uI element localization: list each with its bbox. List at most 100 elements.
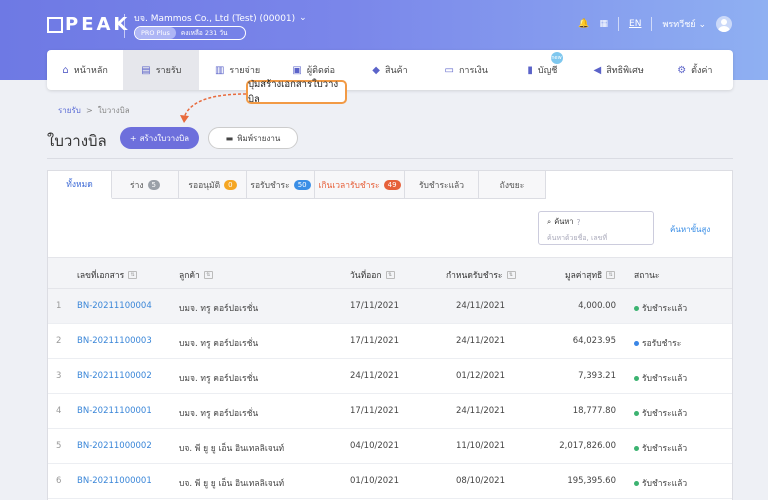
due-date: 24/11/2021	[456, 406, 505, 416]
search-label: ค้นหา	[554, 217, 574, 226]
tab-label: รออนุมัติ	[188, 180, 221, 191]
gear-icon: ⚙	[677, 64, 687, 76]
tab-awaiting-approval[interactable]: รออนุมัติ 0	[179, 171, 247, 199]
peak-logo[interactable]: PEAK	[47, 14, 130, 35]
tab-awaiting-payment[interactable]: รอรับชำระ 50	[247, 171, 315, 199]
col-doc-number[interactable]: เลขที่เอกสาร ⇅	[77, 268, 138, 282]
company-switcher[interactable]: บจ. Mammos Co., Ltd (Test) (00001) ⌄	[134, 11, 307, 25]
header-actions: 🔔 ▦ EN พรทวีชย์ ⌄	[578, 16, 732, 32]
row-number: 6	[56, 476, 62, 486]
doc-number-link[interactable]: BN-20211000002	[77, 441, 152, 451]
main-nav: ⌂ หน้าหลัก ▤ รายรับ ▥ รายจ่าย ▣ ผู้ติดต่อ ◆ ส…	[47, 50, 733, 90]
table-row[interactable]: 3 BN-20211100002 บมจ. ทรู คอร์ปอเรชั่น 24/1…	[48, 359, 732, 394]
due-date: 08/10/2021	[456, 476, 505, 486]
nav-item-account[interactable]: ▮ บัญชี new	[504, 50, 580, 90]
billing-note-panel: ทั้งหมด ร่าง 5 รออนุมัติ 0 รอรับชำระ 50 เกิ…	[47, 170, 733, 500]
status-label: รับชำระแล้ว	[642, 444, 688, 454]
nav-label: บัญชี	[537, 66, 558, 76]
col-label: วันที่ออก	[350, 271, 382, 281]
print-report-button[interactable]: ▬ พิมพ์รายงาน	[208, 127, 298, 149]
tab-label: รอรับชำระ	[250, 180, 290, 191]
table-row[interactable]: 1 BN-20211100004 บมจ. ทรู คอร์ปอเรชั่น 17/1…	[48, 289, 732, 324]
sort-icon: ⇅	[385, 271, 395, 279]
tab-label: ทั้งหมด	[66, 180, 93, 190]
doc-number-link[interactable]: BN-20211000001	[77, 476, 152, 486]
divider	[47, 158, 733, 159]
nav-label: รายจ่าย	[229, 66, 261, 76]
breadcrumb: รายรับ > ใบวางบิล	[58, 104, 130, 117]
search-input[interactable]: ⌕ ค้นหา? ค้นหาด้วยชื่อ, เลขที่	[538, 211, 654, 245]
account-icon: ▮	[527, 64, 533, 76]
status-dot-icon	[634, 340, 639, 346]
logo-divider	[124, 14, 125, 38]
income-icon: ▤	[141, 64, 151, 76]
language-switch[interactable]: EN	[629, 19, 641, 29]
apps-grid-icon[interactable]: ▦	[600, 19, 609, 29]
tab-draft[interactable]: ร่าง 5	[112, 171, 179, 199]
avatar[interactable]	[716, 16, 732, 32]
tab-trash[interactable]: ถังขยะ	[479, 171, 546, 199]
col-issue-date[interactable]: วันที่ออก ⇅	[350, 268, 395, 282]
tab-label: ถังขยะ	[499, 180, 525, 191]
header-separator	[618, 17, 620, 31]
tab-count: 0	[224, 179, 237, 190]
plan-pill[interactable]: PRO Plus คงเหลือ 231 วัน	[134, 26, 246, 40]
plus-icon: +	[129, 133, 137, 143]
table-row[interactable]: 6 BN-20211000001 บจ. พี ยู ยู เอ็น อินเทลล…	[48, 464, 732, 499]
status-dot-icon	[634, 375, 639, 381]
nav-item-income[interactable]: ▤ รายรับ	[123, 50, 200, 90]
net-amount: 4,000.00	[578, 301, 616, 311]
tab-all[interactable]: ทั้งหมด	[48, 171, 112, 199]
doc-number-link[interactable]: BN-20211100001	[77, 406, 152, 416]
tab-overdue[interactable]: เกินเวลารับชำระ 49	[315, 171, 405, 199]
nav-item-privilege[interactable]: ◀ สิทธิพิเศษ	[581, 50, 657, 90]
tab-label: ร่าง	[130, 180, 144, 191]
col-amount[interactable]: มูลค่าสุทธิ ⇅	[565, 268, 616, 282]
header-separator	[651, 17, 653, 31]
due-date: 11/10/2021	[456, 441, 505, 451]
table-row[interactable]: 2 BN-20211100003 บมจ. ทรู คอร์ปอเรชั่น 17/1…	[48, 324, 732, 359]
chevron-down-icon: ⌄	[299, 13, 307, 23]
search-placeholder: ค้นหาด้วยชื่อ, เลขที่	[547, 234, 608, 242]
row-number: 5	[56, 441, 62, 451]
tab-paid[interactable]: รับชำระแล้ว	[405, 171, 479, 199]
status-badge: รับชำระแล้ว	[634, 476, 687, 490]
col-customer[interactable]: ลูกค้า ⇅	[179, 268, 213, 282]
issue-date: 17/11/2021	[350, 336, 399, 346]
net-amount: 7,393.21	[578, 371, 616, 381]
status-label: รับชำระแล้ว	[642, 304, 688, 314]
issue-date: 24/11/2021	[350, 371, 399, 381]
breadcrumb-income[interactable]: รายรับ	[58, 106, 81, 115]
col-label: เลขที่เอกสาร	[77, 271, 125, 281]
net-amount: 64,023.95	[572, 336, 616, 346]
doc-number-link[interactable]: BN-20211100002	[77, 371, 152, 381]
status-label: รับชำระแล้ว	[642, 374, 688, 384]
logo-mark-icon	[47, 16, 63, 33]
customer-name: บมจ. ทรู คอร์ปอเรชั่น	[179, 339, 259, 349]
printer-icon: ▬	[225, 133, 234, 143]
doc-number-link[interactable]: BN-20211100004	[77, 301, 152, 311]
nav-item-product[interactable]: ◆ สินค้า	[352, 50, 428, 90]
nav-item-settings[interactable]: ⚙ ตั้งค่า	[657, 50, 733, 90]
nav-item-home[interactable]: ⌂ หน้าหลัก	[47, 50, 123, 90]
create-billing-note-button[interactable]: + สร้างใบวางบิล	[120, 127, 199, 149]
megaphone-icon: ◀	[593, 64, 602, 76]
advanced-search-link[interactable]: ค้นหาขั้นสูง	[670, 223, 710, 236]
user-menu[interactable]: พรทวีชย์ ⌄	[662, 17, 706, 31]
doc-number-link[interactable]: BN-20211100003	[77, 336, 152, 346]
bell-icon[interactable]: 🔔	[578, 19, 589, 29]
table-header: เลขที่เอกสาร ⇅ ลูกค้า ⇅ วันที่ออก ⇅ กำหนดรั…	[48, 257, 732, 289]
table-row[interactable]: 4 BN-20211100001 บมจ. ทรู คอร์ปอเรชั่น 17/1…	[48, 394, 732, 429]
callout-arrow	[180, 93, 247, 123]
col-label: ลูกค้า	[179, 271, 200, 281]
table-row[interactable]: 5 BN-20211000002 บจ. พี ยู ยู เอ็น อินเทลล…	[48, 429, 732, 464]
expense-icon: ▥	[214, 64, 225, 76]
customer-name: บมจ. ทรู คอร์ปอเรชั่น	[179, 409, 259, 419]
sort-icon: ⇅	[506, 271, 516, 279]
create-button-callout: ปุ่มสร้างเอกสารใบวางบิล	[246, 79, 347, 105]
col-due-date[interactable]: กำหนดรับชำระ ⇅	[446, 268, 516, 282]
logo-text: PEAK	[65, 14, 131, 35]
customer-name: บมจ. ทรู คอร์ปอเรชั่น	[179, 374, 259, 384]
home-icon: ⌂	[62, 64, 69, 76]
nav-item-finance[interactable]: ▭ การเงิน	[428, 50, 504, 90]
